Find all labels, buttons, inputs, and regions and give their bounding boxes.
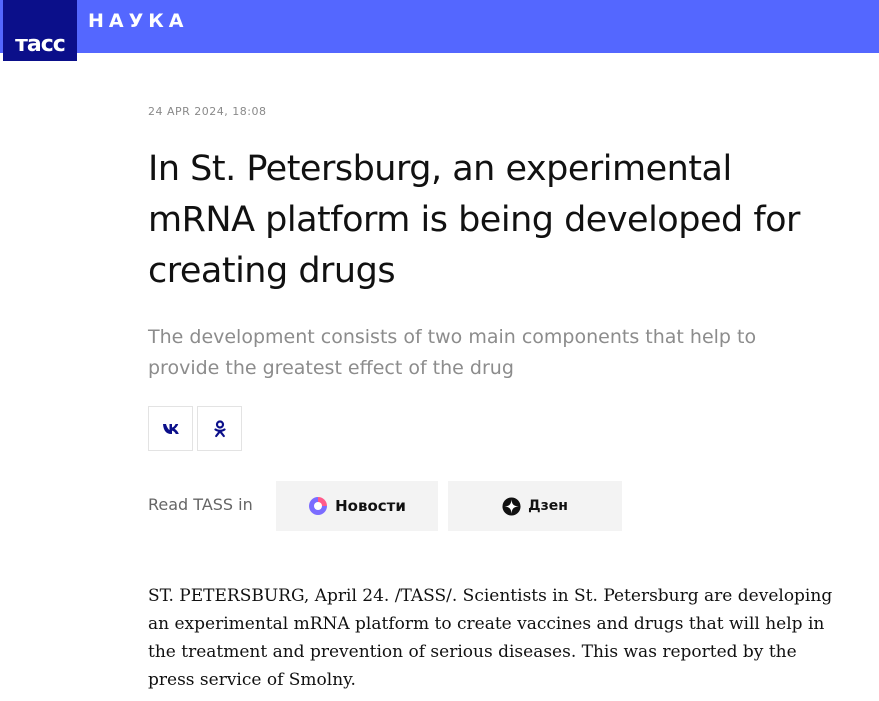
novosti-button[interactable]: Новости [276,481,438,531]
logo-text: тасс [15,32,66,57]
novosti-label: Новости [335,497,406,515]
top-bar: тасс НАУКА [0,0,879,61]
article-body: ST. PETERSBURG, April 24. /TASS/. Scient… [148,586,833,690]
share-vk-button[interactable] [148,406,193,451]
share-odnoklassniki-button[interactable] [197,406,242,451]
dzen-label: Дзен [528,498,568,514]
article-headline: In St. Petersburg, an experimental mRNA … [148,149,800,291]
novosti-icon [309,497,328,515]
read-tass-in-label: Read TASS in [148,495,253,514]
article-date: 24 APR 2024, 18:08 [148,105,267,118]
odnoklassniki-icon [213,419,226,437]
tass-logo[interactable]: тасс [3,0,77,61]
vk-icon [162,423,179,434]
article-lead: The development consists of two main com… [148,326,757,379]
section-title[interactable]: НАУКА [88,10,189,32]
dzen-button[interactable]: Дзен [448,481,622,531]
dzen-icon [502,496,521,516]
